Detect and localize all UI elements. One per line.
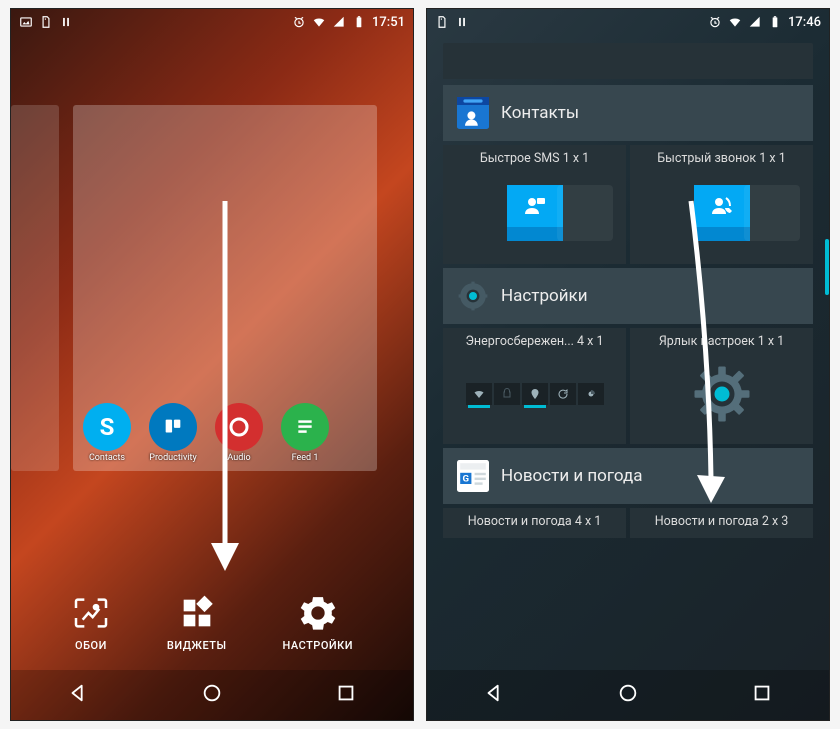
nav-bar [11, 670, 413, 720]
image-icon [19, 15, 33, 29]
wallpapers-button[interactable]: ОБОИ [71, 593, 111, 652]
folder-feed[interactable]: Feed 1 [281, 403, 329, 463]
screenshot-left: 17:51 S Contacts Productivity Audio [10, 8, 414, 721]
prev-section-peek [443, 43, 813, 79]
nav-back[interactable] [67, 682, 89, 708]
widget-quick-sms[interactable]: Быстрое SMS 1 x 1 [443, 145, 626, 264]
nav-home[interactable] [201, 682, 223, 708]
section-title: Новости и погода [501, 466, 642, 486]
status-bar: 17:51 [11, 9, 413, 35]
wifi-icon [312, 15, 326, 29]
folder-productivity[interactable]: Productivity [149, 403, 197, 463]
adjacent-page-preview[interactable] [11, 105, 59, 471]
section-title: Контакты [501, 103, 579, 123]
home-page-preview[interactable]: S Contacts Productivity Audio Feed 1 [73, 105, 377, 471]
settings-app-icon [457, 280, 489, 312]
widget-picker[interactable]: Контакты Быстрое SMS 1 x 1 Быстрый звоно… [427, 35, 829, 672]
pause-icon [59, 15, 73, 29]
launcher-overview: S Contacts Productivity Audio Feed 1 [11, 35, 413, 672]
battery-icon [352, 15, 366, 29]
signal-icon [332, 15, 346, 29]
settings-button[interactable]: НАСТРОЙКИ [282, 593, 353, 652]
scroll-indicator [825, 239, 829, 295]
news-app-icon: G [457, 460, 489, 492]
screenshot-right: 17:46 Контакты Быстрое SMS 1 x 1 [426, 8, 830, 721]
widget-news-4x1[interactable]: Новости и погода 4 x 1 [443, 508, 626, 538]
wifi-icon [728, 15, 742, 29]
alarm-icon [292, 15, 306, 29]
widget-settings-shortcut[interactable]: Ярлык настроек 1 x 1 [630, 328, 813, 444]
folder-contacts[interactable]: S Contacts [83, 403, 131, 463]
widget-power-control[interactable]: Энергосбережен... 4 x 1 [443, 328, 626, 444]
alarm-icon [708, 15, 722, 29]
status-time: 17:51 [372, 15, 405, 30]
status-time: 17:46 [788, 15, 821, 30]
widget-news-2x3[interactable]: Новости и погода 2 x 3 [630, 508, 813, 538]
svg-text:G: G [463, 474, 470, 485]
status-bar: 17:46 [427, 9, 829, 35]
folder-audio[interactable]: Audio [215, 403, 263, 463]
signal-icon [748, 15, 762, 29]
nav-home[interactable] [617, 682, 639, 708]
nav-recent[interactable] [335, 682, 357, 708]
contacts-app-icon [457, 97, 489, 129]
pause-icon [455, 15, 469, 29]
nav-bar [427, 670, 829, 720]
widget-quick-call[interactable]: Быстрый звонок 1 x 1 [630, 145, 813, 264]
widgets-button[interactable]: ВИДЖЕТЫ [167, 593, 227, 652]
nav-back[interactable] [483, 682, 505, 708]
section-settings-header: Настройки [443, 268, 813, 324]
battery-icon [768, 15, 782, 29]
section-title: Настройки [501, 286, 588, 306]
section-contacts-header: Контакты [443, 85, 813, 141]
nav-recent[interactable] [751, 682, 773, 708]
sim-icon [435, 15, 449, 29]
sim-icon [39, 15, 53, 29]
section-news-header: G Новости и погода [443, 448, 813, 504]
